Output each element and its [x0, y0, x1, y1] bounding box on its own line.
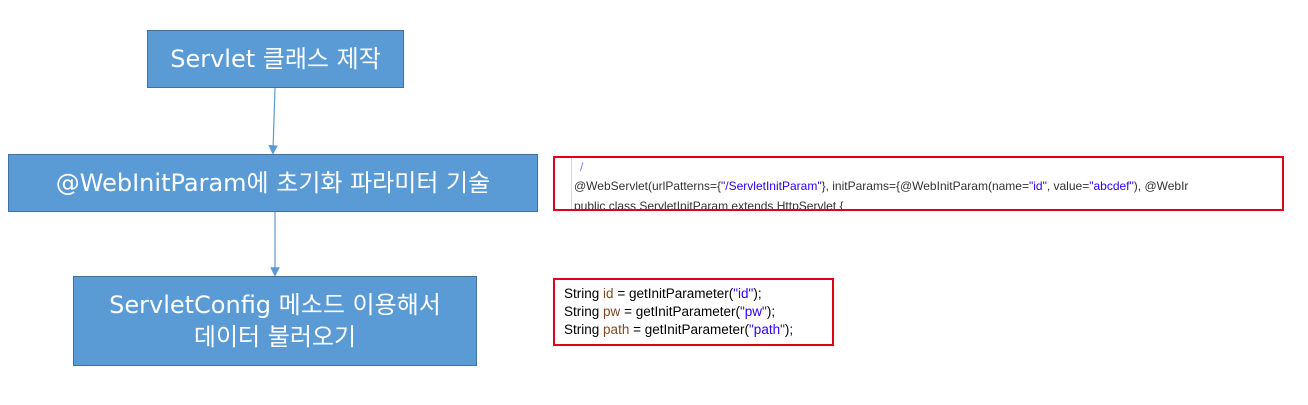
method-call: = getInitParameter(	[620, 304, 740, 319]
string-literal: "id"	[733, 286, 754, 301]
statement-end: );	[753, 286, 762, 301]
step-servletconfig-label-line2: 데이터 불러오기	[193, 323, 357, 351]
annotation-value-literal: "abcdef"	[1089, 179, 1134, 193]
arrow-step1-to-step2	[268, 87, 278, 155]
annotation-mid2: , value=	[1046, 179, 1090, 193]
annotation-mid1: }, initParams={@WebInitParam(name=	[821, 179, 1029, 193]
comment-mark: /	[580, 160, 584, 174]
annotation-cut-line: public class ServletInitParam extends Ht…	[574, 199, 844, 211]
step-servletconfig-box: ServletConfig 메소드 이용해서 데이터 불러오기	[73, 276, 477, 366]
annotation-code-snippet: / @WebServlet(urlPatterns={"/ServletInit…	[553, 156, 1284, 211]
string-literal: "path"	[749, 322, 785, 337]
code-line-path: String path = getInitParameter("path");	[564, 321, 832, 339]
step-webinitparam-box: @WebInitParam에 초기화 파라미터 기술	[8, 154, 538, 212]
annotation-prefix: @WebServlet(urlPatterns={	[574, 179, 722, 193]
method-call: = getInitParameter(	[629, 322, 750, 337]
string-literal: "pw"	[740, 304, 767, 319]
annotation-code-editor: / @WebServlet(urlPatterns={"/ServletInit…	[571, 158, 1282, 211]
step-servlet-class-label: Servlet 클래스 제작	[170, 44, 381, 73]
statement-end: );	[766, 304, 776, 319]
step-servlet-class-box: Servlet 클래스 제작	[147, 30, 404, 88]
type-keyword: String	[564, 286, 600, 301]
type-keyword: String	[564, 322, 600, 337]
variable-name: id	[603, 286, 614, 301]
annotation-url-literal: "/ServletInitParam"	[721, 179, 822, 193]
annotation-name-literal: "id"	[1028, 179, 1047, 193]
method-call: = getInitParameter(	[613, 286, 734, 301]
variable-name: path	[603, 322, 630, 337]
step-servletconfig-label-line1: ServletConfig 메소드 이용해서	[109, 290, 441, 319]
code-line-id: String id = getInitParameter("id");	[564, 285, 832, 303]
annotation-tail: ), @WebIr	[1133, 179, 1189, 193]
statement-end: );	[784, 322, 794, 337]
variable-name: pw	[603, 304, 621, 319]
step-webinitparam-label: @WebInitParam에 초기화 파라미터 기술	[55, 168, 491, 197]
getter-code-snippet: String id = getInitParameter("id"); Stri…	[553, 278, 834, 346]
annotation-code-line: @WebServlet(urlPatterns={"/ServletInitPa…	[574, 179, 1188, 193]
code-line-pw: String pw = getInitParameter("pw");	[564, 303, 832, 321]
type-keyword: String	[564, 304, 600, 319]
